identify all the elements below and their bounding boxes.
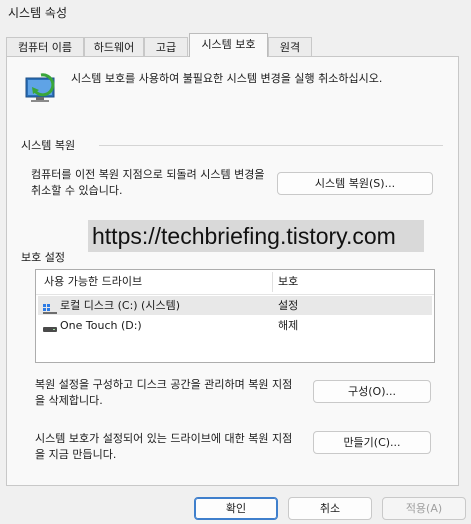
divider	[99, 145, 443, 146]
drive-row[interactable]: One Touch (D:) 해제	[38, 316, 432, 335]
column-header-protection[interactable]: 보호	[278, 270, 298, 294]
tab-panel: 시스템 보호를 사용하여 불필요한 시스템 변경을 실행 취소하십시오. 시스템…	[6, 56, 459, 486]
drive-status: 해제	[278, 319, 299, 332]
drive-list[interactable]: 사용 가능한 드라이브 보호 로컬 디스크 (C:) (시스템) 설정 One …	[35, 269, 435, 363]
drive-row[interactable]: 로컬 디스크 (C:) (시스템) 설정	[38, 296, 432, 315]
configure-description: 복원 설정을 구성하고 디스크 공간을 관리하며 복원 지점을 삭제합니다.	[35, 378, 293, 407]
tab-computer-name[interactable]: 컴퓨터 이름	[6, 37, 84, 56]
external-drive-icon	[43, 321, 57, 340]
intro-text: 시스템 보호를 사용하여 불필요한 시스템 변경을 실행 취소하십시오.	[71, 72, 383, 85]
column-header-drives[interactable]: 사용 가능한 드라이브	[44, 270, 142, 294]
system-restore-button[interactable]: 시스템 복원(S)...	[277, 172, 433, 195]
tab-advanced[interactable]: 고급	[144, 37, 188, 56]
restore-group-title: 시스템 복원	[21, 139, 76, 152]
column-separator	[272, 272, 273, 292]
ok-button[interactable]: 확인	[194, 497, 278, 520]
drive-status: 설정	[278, 299, 299, 312]
configure-button[interactable]: 구성(O)...	[313, 380, 431, 403]
cancel-button[interactable]: 취소	[288, 497, 372, 520]
create-description: 시스템 보호가 설정되어 있는 드라이브에 대한 복원 지점을 지금 만듭니다.	[35, 432, 293, 461]
tab-system-protection[interactable]: 시스템 보호	[189, 33, 268, 57]
drive-list-header: 사용 가능한 드라이브 보호	[36, 270, 434, 295]
drive-name: 로컬 디스크 (C:) (시스템)	[60, 299, 181, 312]
tab-hardware[interactable]: 하드웨어	[84, 37, 144, 56]
drive-name: One Touch (D:)	[60, 319, 142, 332]
create-button[interactable]: 만들기(C)...	[313, 431, 431, 454]
dialog-footer: 확인 취소 적용(A)	[0, 486, 471, 524]
system-protection-icon	[23, 69, 63, 105]
window-title: 시스템 속성	[8, 6, 68, 20]
restore-description: 컴퓨터를 이전 복원 지점으로 되돌려 시스템 변경을 취소할 수 있습니다.	[31, 168, 265, 197]
protection-group-title: 보호 설정	[21, 251, 65, 264]
watermark-url: https://techbriefing.tistory.com	[88, 220, 424, 252]
tab-bar: 컴퓨터 이름 하드웨어 고급 시스템 보호 원격	[0, 33, 471, 57]
apply-button[interactable]: 적용(A)	[382, 497, 466, 520]
tab-remote[interactable]: 원격	[268, 37, 312, 56]
